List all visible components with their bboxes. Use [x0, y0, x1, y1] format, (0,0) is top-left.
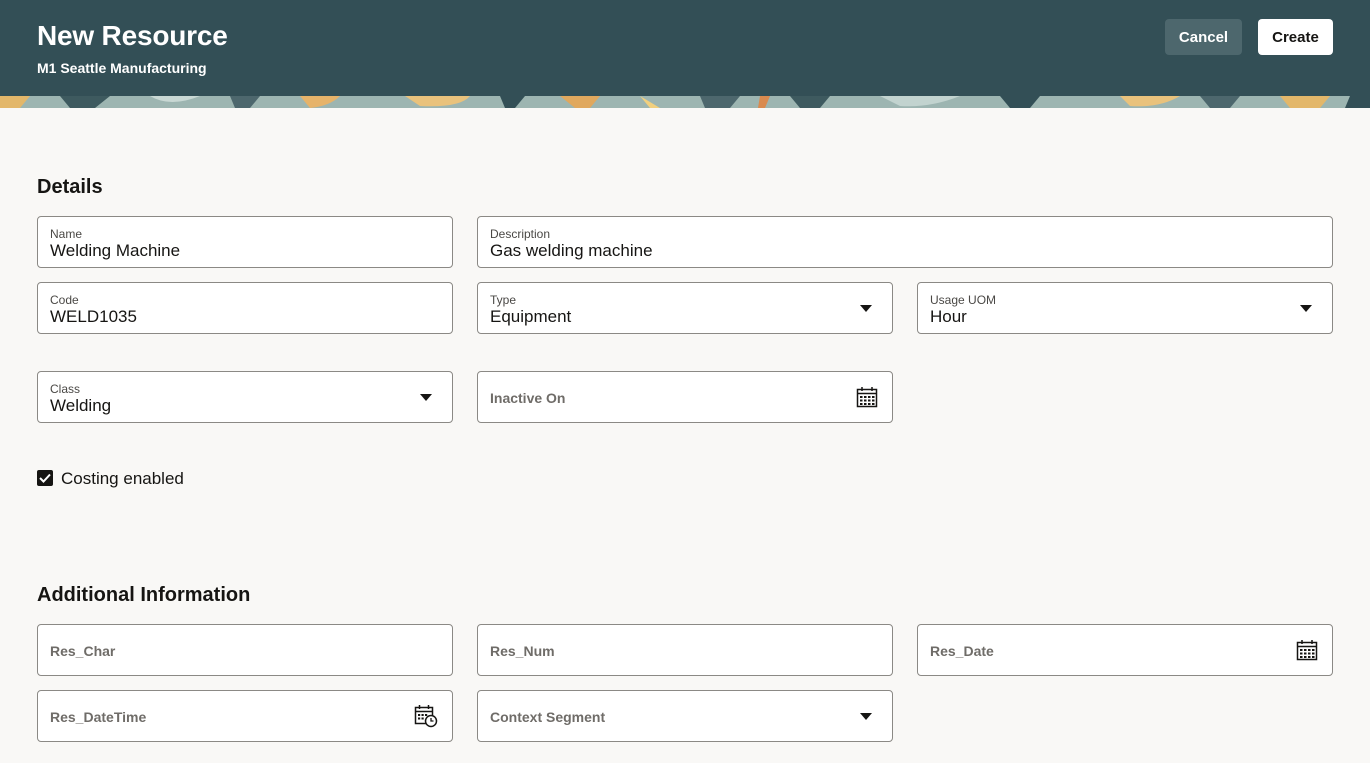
res-date-field[interactable]: Res_Date — [917, 624, 1333, 676]
calendar-icon[interactable] — [1296, 639, 1318, 661]
decorative-banner — [0, 96, 1370, 108]
context-segment-select[interactable]: Context Segment — [477, 690, 893, 742]
inactive-on-date-field[interactable]: Inactive On — [477, 371, 893, 423]
context-segment-label: Context Segment — [490, 709, 606, 725]
costing-enabled-checkbox[interactable] — [37, 470, 53, 486]
page-header: New Resource M1 Seattle Manufacturing Ca… — [0, 0, 1370, 96]
chevron-down-icon[interactable] — [860, 305, 872, 312]
type-select[interactable]: Type Equipment — [477, 282, 893, 334]
type-label: Type — [490, 293, 517, 307]
res-datetime-field[interactable]: Res_DateTime — [37, 690, 453, 742]
description-value[interactable]: Gas welding machine — [490, 241, 653, 261]
page-subtitle: M1 Seattle Manufacturing — [37, 60, 207, 76]
res-char-label: Res_Char — [50, 643, 116, 659]
class-value[interactable]: Welding — [50, 396, 111, 416]
name-label: Name — [50, 227, 83, 241]
chevron-down-icon[interactable] — [860, 713, 872, 720]
class-label: Class — [50, 382, 81, 396]
chevron-down-icon[interactable] — [1300, 305, 1312, 312]
inactive-on-label: Inactive On — [490, 390, 566, 406]
create-button[interactable]: Create — [1258, 19, 1333, 55]
code-value[interactable]: WELD1035 — [50, 307, 137, 327]
code-label: Code — [50, 293, 79, 307]
code-field[interactable]: Code WELD1035 — [37, 282, 453, 334]
class-select[interactable]: Class Welding — [37, 371, 453, 423]
res-char-field[interactable]: Res_Char — [37, 624, 453, 676]
calendar-icon[interactable] — [856, 386, 878, 408]
res-datetime-label: Res_DateTime — [50, 709, 147, 725]
name-value[interactable]: Welding Machine — [50, 241, 180, 261]
usage-uom-value[interactable]: Hour — [930, 307, 967, 327]
page-title: New Resource — [37, 20, 228, 51]
checkmark-icon — [39, 473, 51, 483]
name-field[interactable]: Name Welding Machine — [37, 216, 453, 268]
details-section-title: Details — [37, 176, 103, 198]
calendar-clock-icon[interactable] — [414, 704, 438, 728]
res-num-label: Res_Num — [490, 643, 555, 659]
chevron-down-icon[interactable] — [420, 394, 432, 401]
costing-enabled-label[interactable]: Costing enabled — [61, 469, 184, 489]
additional-info-section-title: Additional Information — [37, 584, 251, 606]
description-field[interactable]: Description Gas welding machine — [477, 216, 1333, 268]
description-label: Description — [490, 227, 551, 241]
res-num-field[interactable]: Res_Num — [477, 624, 893, 676]
cancel-button[interactable]: Cancel — [1165, 19, 1242, 55]
res-date-label: Res_Date — [930, 643, 994, 659]
usage-uom-select[interactable]: Usage UOM Hour — [917, 282, 1333, 334]
type-value[interactable]: Equipment — [490, 307, 571, 327]
usage-uom-label: Usage UOM — [930, 293, 997, 307]
